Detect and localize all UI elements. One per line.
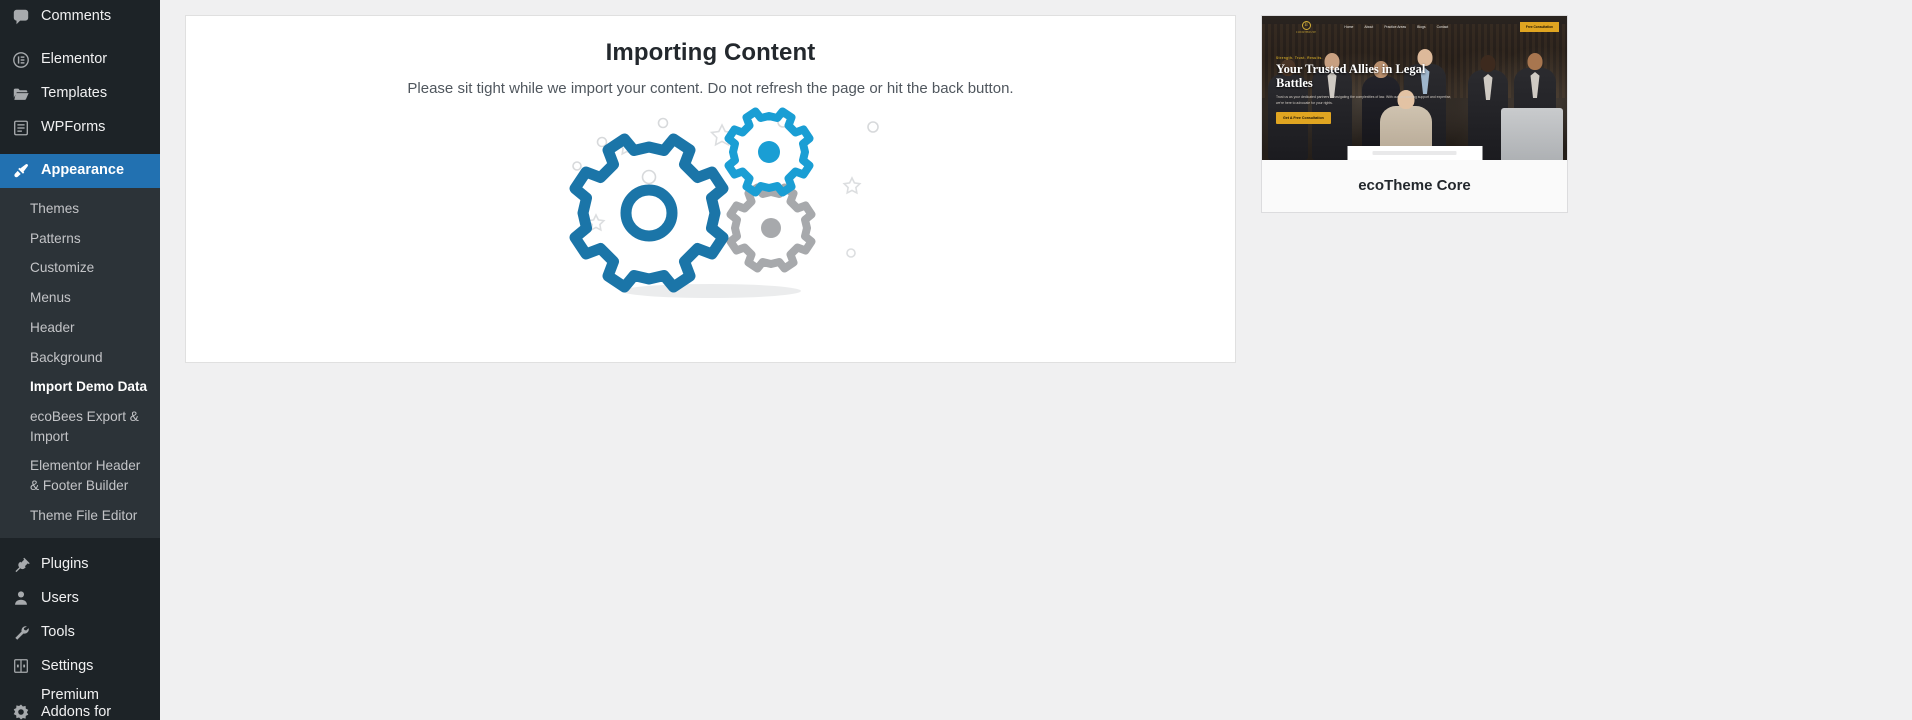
elementor-icon <box>11 50 31 70</box>
nav-cta-button: Free Consultation <box>1519 22 1559 32</box>
nav-link-practice-areas: Practice Areas <box>1384 25 1407 29</box>
sidebar-item-label: Tools <box>41 623 75 640</box>
appearance-submenu: Themes Patterns Customize Menus Header B… <box>0 188 160 539</box>
submenu-item-theme-file-editor[interactable]: Theme File Editor <box>0 501 160 531</box>
submenu-item-header[interactable]: Header <box>0 313 160 343</box>
sidebar-item-comments[interactable]: Comments <box>0 0 160 34</box>
wrench-icon <box>11 622 31 642</box>
gears-illustration <box>186 105 1235 320</box>
theme-preview-nav: II COURTHOUSE Home About Practice Areas … <box>1262 16 1567 38</box>
user-icon <box>11 588 31 608</box>
plug-icon <box>11 554 31 574</box>
premium-addons-icon <box>11 702 31 720</box>
submenu-item-ecobees-export-import[interactable]: ecoBees Export & Import <box>0 402 160 451</box>
brush-icon <box>11 161 31 181</box>
nav-link-about: About <box>1364 25 1374 29</box>
sidebar-item-label: Plugins <box>41 555 89 572</box>
theme-preview-overlay-card <box>1347 146 1482 160</box>
sidebar-item-label: Users <box>41 589 79 606</box>
submenu-item-customize[interactable]: Customize <box>0 253 160 283</box>
forms-icon <box>11 118 31 138</box>
gear-large-blue <box>569 133 728 293</box>
submenu-item-import-demo-data[interactable]: Import Demo Data <box>0 372 160 402</box>
page-title: Importing Content <box>605 39 816 66</box>
theme-preview-logo: II COURTHOUSE <box>1296 20 1317 34</box>
import-progress-card: Importing Content Please sit tight while… <box>185 15 1236 363</box>
sidebar-item-label: Elementor <box>41 51 108 68</box>
sidebar-item-elementor[interactable]: Elementor <box>0 43 160 77</box>
sidebar-item-label: Settings <box>41 657 94 674</box>
sidebar-item-label: WPForms <box>41 119 106 136</box>
submenu-item-menus[interactable]: Menus <box>0 283 160 313</box>
submenu-item-background[interactable]: Background <box>0 343 160 373</box>
import-subtitle: Please sit tight while we import your co… <box>407 80 1014 97</box>
sidebar-item-tools[interactable]: Tools <box>0 615 160 649</box>
menu-separator <box>0 145 160 154</box>
folder-icon <box>11 84 31 104</box>
nav-link-blogs: Blogs <box>1417 25 1426 29</box>
hero-body-text: Trust us as your dedicated partners in n… <box>1276 94 1452 105</box>
theme-preview-nav-links: Home About Practice Areas Blogs Contact <box>1344 25 1448 29</box>
overlay-card-heading-placeholder <box>1372 151 1457 155</box>
hero-cta-button: Get A Free Consultation <box>1276 112 1331 125</box>
comments-icon <box>11 7 31 27</box>
sidebar-item-plugins[interactable]: Plugins <box>0 547 160 581</box>
logo-text: COURTHOUSE <box>1296 30 1317 34</box>
submenu-item-themes[interactable]: Themes <box>0 194 160 224</box>
sidebar-item-premium-addons-for-elementor[interactable]: Premium Addons for Elementor <box>0 687 160 720</box>
sidebar-item-label: Appearance <box>41 162 125 179</box>
sidebar-item-label: Premium Addons for Elementor <box>41 687 112 720</box>
wordpress-admin-screen: Comments Elementor Templates WPForms App… <box>0 0 1912 720</box>
sidebar-item-wpforms[interactable]: WPForms <box>0 111 160 145</box>
submenu-item-patterns[interactable]: Patterns <box>0 224 160 254</box>
sidebar-item-label: Templates <box>41 85 108 102</box>
nav-link-home: Home <box>1344 25 1354 29</box>
menu-separator <box>0 538 160 547</box>
admin-sidebar: Comments Elementor Templates WPForms App… <box>0 0 168 720</box>
sidebar-item-appearance[interactable]: Appearance <box>0 154 168 188</box>
theme-screenshot: II COURTHOUSE Home About Practice Areas … <box>1262 16 1567 160</box>
gear-small-blue <box>724 107 813 197</box>
submenu-item-elementor-header-footer-builder[interactable]: Elementor Header & Footer Builder <box>0 451 160 500</box>
hero-headline: Your Trusted Allies in Legal Battles <box>1276 62 1426 91</box>
menu-separator <box>0 34 160 43</box>
sidebar-item-label: Comments <box>41 8 112 25</box>
gears-svg <box>569 107 879 298</box>
hero-eyebrow: Strength. Trust. Results. <box>1276 56 1323 60</box>
sidebar-item-users[interactable]: Users <box>0 581 160 615</box>
theme-name: ecoTheme Core <box>1358 177 1471 194</box>
theme-card[interactable]: II COURTHOUSE Home About Practice Areas … <box>1261 15 1568 213</box>
theme-preview-hero: Strength. Trust. Results. Your Trusted A… <box>1276 56 1557 125</box>
sidebar-item-settings[interactable]: Settings <box>0 649 160 683</box>
logo-mark: II <box>1301 20 1311 30</box>
sidebar-item-templates[interactable]: Templates <box>0 77 160 111</box>
main-content: Importing Content Please sit tight while… <box>160 0 1912 720</box>
settings-icon <box>11 656 31 676</box>
gear-gray <box>726 183 815 273</box>
nav-link-contact: Contact <box>1436 25 1449 29</box>
